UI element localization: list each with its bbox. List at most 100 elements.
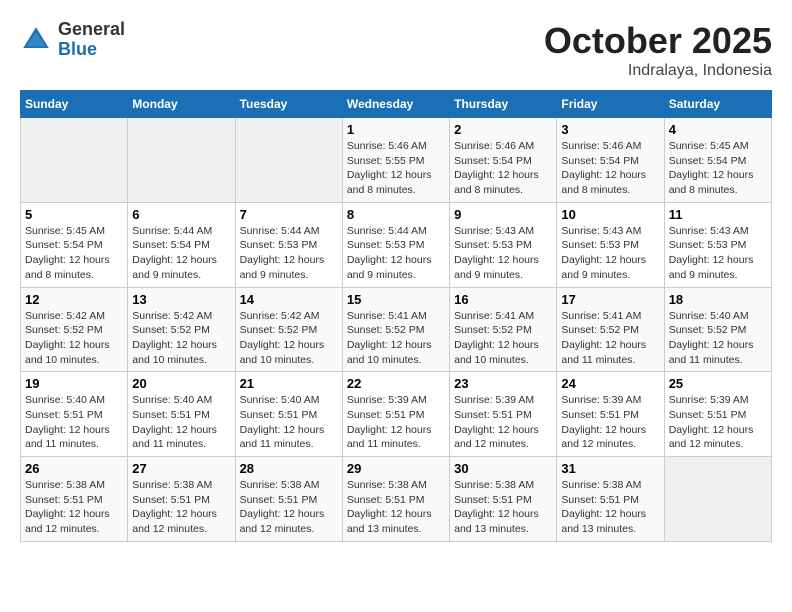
day-info: Sunrise: 5:41 AMSunset: 5:52 PMDaylight:… — [454, 309, 552, 368]
calendar-header: SundayMondayTuesdayWednesdayThursdayFrid… — [21, 91, 772, 118]
calendar-cell — [235, 118, 342, 203]
calendar-cell: 26 Sunrise: 5:38 AMSunset: 5:51 PMDayligh… — [21, 457, 128, 542]
day-number: 5 — [25, 207, 123, 222]
calendar-cell: 1 Sunrise: 5:46 AMSunset: 5:55 PMDaylight… — [342, 118, 449, 203]
day-number: 21 — [240, 376, 338, 391]
day-number: 25 — [669, 376, 767, 391]
calendar-cell: 23 Sunrise: 5:39 AMSunset: 5:51 PMDayligh… — [450, 372, 557, 457]
day-number: 16 — [454, 292, 552, 307]
day-info: Sunrise: 5:40 AMSunset: 5:51 PMDaylight:… — [132, 393, 230, 452]
day-number: 30 — [454, 461, 552, 476]
calendar-cell: 18 Sunrise: 5:40 AMSunset: 5:52 PMDayligh… — [664, 287, 771, 372]
day-number: 17 — [561, 292, 659, 307]
day-number: 4 — [669, 122, 767, 137]
calendar-cell: 28Sunrise: 5:38 AMSunset: 5:51 PMDayligh… — [235, 457, 342, 542]
day-number: 1 — [347, 122, 445, 137]
weekday-tuesday: Tuesday — [235, 91, 342, 118]
day-number: 19 — [25, 376, 123, 391]
day-info: Sunrise: 5:40 AMSunset: 5:51 PMDaylight:… — [240, 393, 338, 452]
weekday-thursday: Thursday — [450, 91, 557, 118]
calendar-cell: 27 Sunrise: 5:38 AMSunset: 5:51 PMDayligh… — [128, 457, 235, 542]
day-info: Sunrise: 5:38 AMSunset: 5:51 PMDaylight:… — [25, 478, 123, 537]
day-number: 27 — [132, 461, 230, 476]
calendar: SundayMondayTuesdayWednesdayThursdayFrid… — [20, 90, 772, 542]
day-info: Sunrise: 5:46 AMSunset: 5:54 PMDaylight:… — [454, 139, 552, 198]
day-info: Sunrise: 5:46 AMSunset: 5:55 PMDaylight:… — [347, 139, 445, 198]
day-info: Sunrise: 5:39 AMSunset: 5:51 PMDaylight:… — [669, 393, 767, 452]
logo-text: General Blue — [58, 20, 125, 60]
calendar-cell: 4 Sunrise: 5:45 AMSunset: 5:54 PMDaylight… — [664, 118, 771, 203]
page-header: General Blue October 2025 Indralaya, Ind… — [20, 20, 772, 80]
day-info: Sunrise: 5:41 AMSunset: 5:52 PMDaylight:… — [561, 309, 659, 368]
calendar-cell: 10Sunrise: 5:43 AMSunset: 5:53 PMDayligh… — [557, 202, 664, 287]
location: Indralaya, Indonesia — [544, 62, 772, 80]
day-number: 13 — [132, 292, 230, 307]
calendar-cell: 19Sunrise: 5:40 AMSunset: 5:51 PMDayligh… — [21, 372, 128, 457]
day-number: 23 — [454, 376, 552, 391]
day-info: Sunrise: 5:42 AMSunset: 5:52 PMDaylight:… — [25, 309, 123, 368]
calendar-week-2: 5Sunrise: 5:45 AMSunset: 5:54 PMDaylight… — [21, 202, 772, 287]
day-number: 10 — [561, 207, 659, 222]
day-info: Sunrise: 5:38 AMSunset: 5:51 PMDaylight:… — [561, 478, 659, 537]
calendar-body: 1 Sunrise: 5:46 AMSunset: 5:55 PMDaylight… — [21, 118, 772, 542]
logo: General Blue — [20, 20, 125, 60]
day-info: Sunrise: 5:45 AMSunset: 5:54 PMDaylight:… — [669, 139, 767, 198]
calendar-cell — [21, 118, 128, 203]
calendar-cell: 22 Sunrise: 5:39 AMSunset: 5:51 PMDayligh… — [342, 372, 449, 457]
logo-icon — [20, 24, 52, 56]
day-number: 11 — [669, 207, 767, 222]
calendar-week-4: 19 Sunrise: 5:40 AMSunset: 5:51 PMDayligh… — [21, 372, 772, 457]
day-number: 15 — [347, 292, 445, 307]
day-number: 6 — [132, 207, 230, 222]
day-number: 26 — [25, 461, 123, 476]
day-number: 2 — [454, 122, 552, 137]
calendar-cell: 7 Sunrise: 5:44 AMSunset: 5:53 PMDaylight… — [235, 202, 342, 287]
day-info: Sunrise: 5:39 AMSunset: 5:51 PMDaylight:… — [454, 393, 552, 452]
calendar-cell: 13 Sunrise: 5:42 AMSunset: 5:52 PMDayligh… — [128, 287, 235, 372]
day-number: 20 — [132, 376, 230, 391]
calendar-week-5: 26 Sunrise: 5:38 AMSunset: 5:51 PMDayligh… — [21, 457, 772, 542]
day-number: 12 — [25, 292, 123, 307]
day-info: Sunrise: 5:40 AMSunset: 5:52 PMDaylight:… — [669, 309, 767, 368]
calendar-cell: 8Sunrise: 5:44 AMSunset: 5:53 PMDaylight… — [342, 202, 449, 287]
calendar-cell: 12 Sunrise: 5:42 AMSunset: 5:52 PMDayligh… — [21, 287, 128, 372]
day-info: Sunrise: 5:44 AMSunset: 5:54 PMDaylight:… — [132, 224, 230, 283]
calendar-cell: 5Sunrise: 5:45 AMSunset: 5:54 PMDaylight… — [21, 202, 128, 287]
day-number: 31 — [561, 461, 659, 476]
day-info: Sunrise: 5:43 AMSunset: 5:53 PMDaylight:… — [454, 224, 552, 283]
day-number: 8 — [347, 207, 445, 222]
title-block: October 2025 Indralaya, Indonesia — [544, 20, 772, 80]
day-info: Sunrise: 5:42 AMSunset: 5:52 PMDaylight:… — [240, 309, 338, 368]
day-info: Sunrise: 5:44 AMSunset: 5:53 PMDaylight:… — [240, 224, 338, 283]
day-number: 18 — [669, 292, 767, 307]
day-info: Sunrise: 5:41 AMSunset: 5:52 PMDaylight:… — [347, 309, 445, 368]
day-info: Sunrise: 5:38 AMSunset: 5:51 PMDaylight:… — [240, 478, 338, 537]
day-info: Sunrise: 5:43 AMSunset: 5:53 PMDaylight:… — [669, 224, 767, 283]
day-info: Sunrise: 5:39 AMSunset: 5:51 PMDaylight:… — [561, 393, 659, 452]
day-info: Sunrise: 5:38 AMSunset: 5:51 PMDaylight:… — [132, 478, 230, 537]
calendar-cell: 6 Sunrise: 5:44 AMSunset: 5:54 PMDaylight… — [128, 202, 235, 287]
calendar-cell: 11 Sunrise: 5:43 AMSunset: 5:53 PMDayligh… — [664, 202, 771, 287]
day-info: Sunrise: 5:39 AMSunset: 5:51 PMDaylight:… — [347, 393, 445, 452]
weekday-sunday: Sunday — [21, 91, 128, 118]
calendar-cell: 17 Sunrise: 5:41 AMSunset: 5:52 PMDayligh… — [557, 287, 664, 372]
calendar-week-3: 12 Sunrise: 5:42 AMSunset: 5:52 PMDayligh… — [21, 287, 772, 372]
month-title: October 2025 — [544, 20, 772, 62]
day-info: Sunrise: 5:38 AMSunset: 5:51 PMDaylight:… — [454, 478, 552, 537]
day-info: Sunrise: 5:42 AMSunset: 5:52 PMDaylight:… — [132, 309, 230, 368]
calendar-cell: 29Sunrise: 5:38 AMSunset: 5:51 PMDayligh… — [342, 457, 449, 542]
day-number: 22 — [347, 376, 445, 391]
day-number: 3 — [561, 122, 659, 137]
calendar-cell: 15 Sunrise: 5:41 AMSunset: 5:52 PMDayligh… — [342, 287, 449, 372]
weekday-friday: Friday — [557, 91, 664, 118]
weekday-wednesday: Wednesday — [342, 91, 449, 118]
calendar-cell: 14Sunrise: 5:42 AMSunset: 5:52 PMDayligh… — [235, 287, 342, 372]
day-number: 9 — [454, 207, 552, 222]
weekday-header-row: SundayMondayTuesdayWednesdayThursdayFrid… — [21, 91, 772, 118]
calendar-cell — [128, 118, 235, 203]
day-info: Sunrise: 5:46 AMSunset: 5:54 PMDaylight:… — [561, 139, 659, 198]
day-number: 24 — [561, 376, 659, 391]
weekday-monday: Monday — [128, 91, 235, 118]
day-number: 7 — [240, 207, 338, 222]
calendar-cell: 3 Sunrise: 5:46 AMSunset: 5:54 PMDaylight… — [557, 118, 664, 203]
